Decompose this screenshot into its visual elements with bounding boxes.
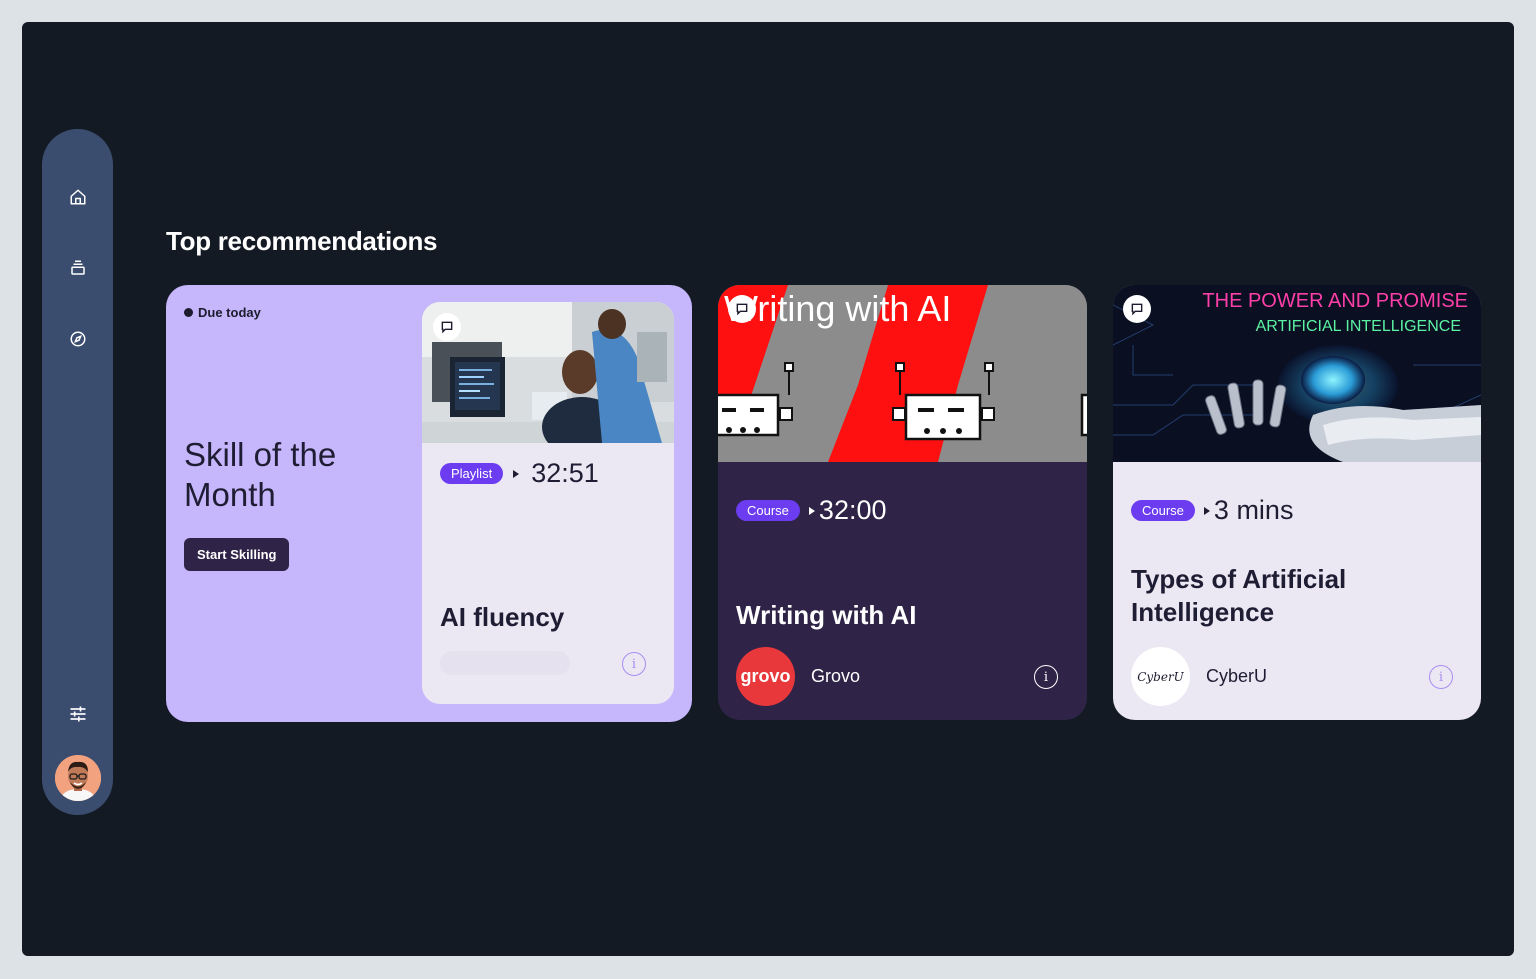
playlist-meta: Playlist 32:51 bbox=[440, 458, 599, 489]
play-icon bbox=[1203, 506, 1210, 515]
start-skilling-button[interactable]: Start Skilling bbox=[184, 538, 290, 571]
home-icon bbox=[70, 189, 86, 205]
comment-icon[interactable] bbox=[433, 313, 461, 341]
course-card-types-of-ai[interactable]: THE POWER AND PROMISE ARTIFICIAL INTELLI… bbox=[1113, 285, 1481, 720]
comment-icon[interactable] bbox=[728, 295, 756, 323]
sidebar bbox=[42, 129, 113, 815]
stack-icon bbox=[71, 260, 85, 275]
sidebar-item-explore[interactable] bbox=[63, 324, 93, 354]
skill-of-month-card[interactable]: Due today Skill of the Month Start Skill… bbox=[166, 285, 692, 722]
provider-name: Grovo bbox=[811, 666, 861, 686]
duration: 32:00 bbox=[818, 495, 887, 525]
duration: 32:51 bbox=[531, 458, 599, 488]
provider-name: CyberU bbox=[1206, 666, 1268, 686]
type-chip: Playlist bbox=[440, 463, 504, 484]
thumbnail-text: Writing with AI bbox=[724, 288, 951, 329]
comment-icon[interactable] bbox=[1123, 295, 1151, 323]
info-icon[interactable]: i bbox=[1429, 665, 1453, 689]
cyberu-logo: CyberU bbox=[1131, 647, 1190, 706]
due-badge: Due today bbox=[184, 305, 261, 320]
playlist-card[interactable]: Playlist 32:51 AI fluency i bbox=[422, 302, 674, 704]
user-avatar[interactable] bbox=[55, 755, 101, 801]
provider: CyberU CyberU bbox=[1131, 647, 1267, 706]
progress-bar bbox=[440, 651, 570, 675]
compass-icon bbox=[70, 331, 86, 347]
duration: 3 mins bbox=[1213, 495, 1294, 525]
avatar-image bbox=[55, 755, 101, 801]
playlist-title: AI fluency bbox=[440, 602, 565, 632]
play-icon bbox=[808, 506, 815, 515]
course-meta: Course 32:00 bbox=[736, 495, 887, 526]
thumbnail-text-line2: ARTIFICIAL INTELLIGENCE bbox=[1256, 318, 1461, 335]
clock-icon bbox=[184, 308, 193, 317]
thumbnail-text-line1: THE POWER AND PROMISE bbox=[1202, 290, 1468, 312]
section-title: Top recommendations bbox=[166, 226, 438, 256]
app-screen: Top recommendations Due today Skill of t… bbox=[22, 22, 1514, 956]
card-title: Skill of the Month bbox=[184, 436, 337, 513]
type-chip: Course bbox=[1131, 500, 1195, 521]
course-meta: Course 3 mins bbox=[1131, 495, 1293, 526]
type-chip: Course bbox=[736, 500, 800, 521]
course-card-writing-with-ai[interactable]: Writing with AI Course 32:00 Writing wit… bbox=[718, 285, 1087, 720]
course-title: Types of Artificial Intelligence bbox=[1131, 564, 1347, 627]
provider: grovo Grovo bbox=[736, 647, 860, 706]
sidebar-item-filters[interactable] bbox=[63, 699, 93, 729]
sidebar-item-home[interactable] bbox=[63, 182, 93, 212]
course-thumbnail: Writing with AI bbox=[718, 285, 1087, 462]
sliders-icon bbox=[70, 706, 86, 722]
course-thumbnail: THE POWER AND PROMISE ARTIFICIAL INTELLI… bbox=[1113, 285, 1481, 462]
info-icon[interactable]: i bbox=[1034, 665, 1058, 689]
info-icon[interactable]: i bbox=[622, 652, 646, 676]
course-title: Writing with AI bbox=[736, 600, 917, 630]
play-icon bbox=[513, 469, 520, 478]
sidebar-item-library[interactable] bbox=[63, 253, 93, 283]
due-label: Due today bbox=[198, 305, 261, 320]
grovo-logo: grovo bbox=[736, 647, 795, 706]
